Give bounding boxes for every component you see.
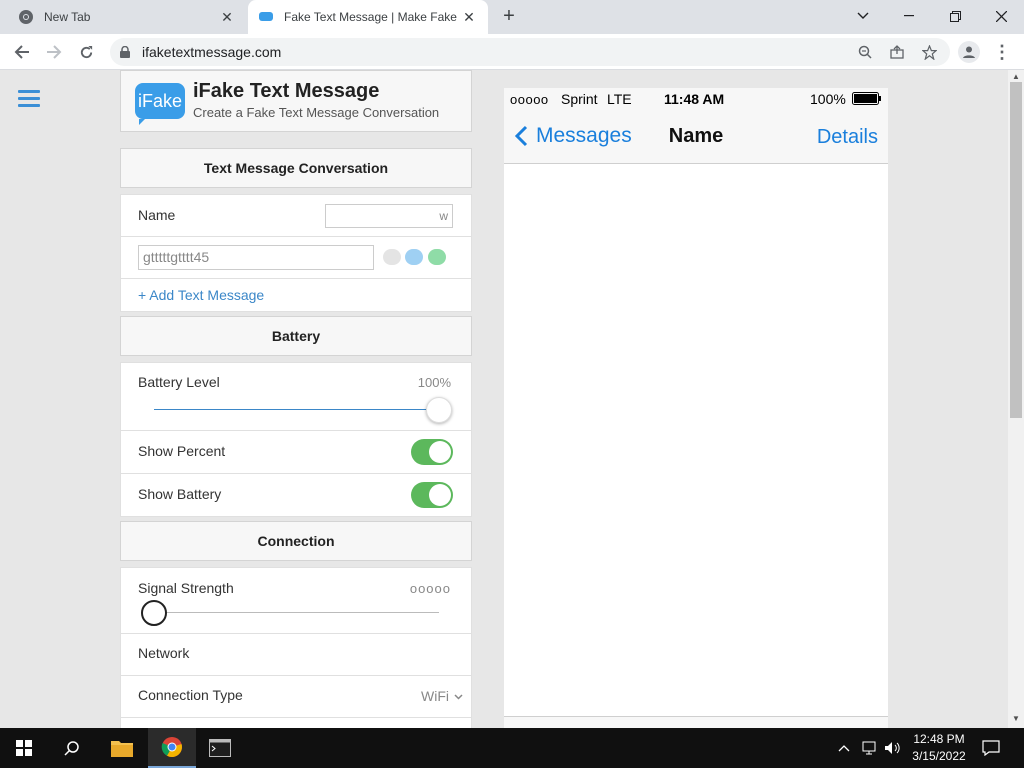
green-bubble-icon[interactable] (428, 249, 446, 265)
carrier-name: Sprint (561, 91, 598, 107)
scroll-up-arrow-icon[interactable]: ▲ (1012, 72, 1020, 81)
scroll-down-arrow-icon[interactable]: ▼ (1012, 714, 1020, 723)
name-field[interactable]: w (325, 204, 453, 228)
page-scrollbar[interactable]: ▲ ▼ (1008, 70, 1024, 728)
name-row: Name w (120, 194, 472, 237)
site-title[interactable]: iFake Text Message (193, 80, 379, 103)
connection-heading: Connection (120, 521, 472, 561)
new-tab-button[interactable]: + (498, 6, 520, 28)
url-text: ifaketextmessage.com (142, 44, 282, 60)
file-explorer-icon[interactable] (98, 728, 146, 768)
clock-date: 3/15/2022 (912, 749, 966, 763)
connection-type-row: Connection Type WiFi (120, 676, 472, 718)
scrollbar-thumb[interactable] (1010, 82, 1022, 418)
signal-strength-slider-handle[interactable] (141, 600, 167, 626)
minimize-button[interactable] (886, 0, 932, 32)
message-text-field[interactable]: gtttttgtttt45 (138, 245, 374, 270)
terminal-icon[interactable] (196, 728, 244, 768)
phone-preview: ooooo Sprint LTE 11:48 AM 100% Messages … (504, 88, 888, 728)
reload-icon[interactable] (72, 38, 100, 66)
signal-strength-row: Signal Strength ooooo (120, 567, 472, 634)
ifake-logo[interactable]: iFake (135, 83, 185, 125)
volume-icon[interactable] (884, 728, 902, 768)
brand-header: iFake iFake Text Message Create a Fake T… (120, 70, 472, 132)
windows-taskbar: 12:48 PM 3/15/2022 (0, 728, 1024, 768)
more-menu-icon[interactable]: ⋮ (993, 40, 1011, 64)
chrome-taskbar-icon[interactable] (148, 728, 196, 768)
bookmark-star-icon[interactable] (920, 43, 938, 61)
phone-time: 11:48 AM (664, 91, 725, 107)
battery-level-track[interactable] (154, 409, 439, 410)
close-window-button[interactable] (978, 0, 1024, 32)
battery-level-label: Battery Level (138, 374, 220, 390)
web-page: iFake iFake Text Message Create a Fake T… (0, 70, 1008, 728)
tab-fake-text-message[interactable]: Fake Text Message | Make Fake Te ✕ (248, 0, 488, 34)
conversation-heading: Text Message Conversation (120, 148, 472, 188)
tab-search-icon[interactable] (840, 0, 886, 32)
close-tab-icon[interactable]: ✕ (460, 8, 478, 26)
profile-avatar-icon[interactable] (958, 41, 980, 63)
battery-heading: Battery (120, 316, 472, 356)
add-message-row: + Add Text Message (120, 279, 472, 312)
show-battery-row: Show Battery (120, 474, 472, 517)
zoom-icon[interactable] (856, 43, 874, 61)
show-percent-row: Show Percent (120, 431, 472, 474)
search-icon[interactable] (48, 728, 96, 768)
site-subtitle: Create a Fake Text Message Conversation (193, 105, 440, 120)
chrome-icon (18, 9, 34, 25)
signal-dots: ooooo (510, 92, 549, 107)
show-battery-toggle[interactable] (411, 482, 453, 508)
tab-new-tab[interactable]: New Tab ✕ (8, 0, 246, 34)
next-row (120, 718, 472, 728)
chevron-down-icon (454, 688, 463, 703)
signal-strength-value: ooooo (409, 581, 451, 596)
details-button[interactable]: Details (817, 126, 878, 149)
battery-percent: 100% (810, 91, 846, 107)
lock-icon (120, 46, 134, 58)
tab-strip: New Tab ✕ Fake Text Message | Make Fake … (0, 0, 1024, 34)
show-battery-label: Show Battery (138, 486, 222, 502)
message-compose-bar (504, 716, 888, 728)
connection-type-label: Connection Type (138, 687, 243, 703)
phone-nav-bar: Messages Name Details (504, 110, 888, 164)
forward-arrow-icon[interactable] (40, 38, 68, 66)
add-text-message-link[interactable]: + Add Text Message (138, 287, 264, 303)
signal-strength-label: Signal Strength (138, 580, 234, 596)
show-percent-label: Show Percent (138, 443, 226, 459)
message-row: gtttttgtttt45 (120, 237, 472, 279)
battery-level-slider-handle[interactable] (426, 397, 452, 423)
hamburger-menu-icon[interactable] (18, 90, 40, 108)
system-clock[interactable]: 12:48 PM 3/15/2022 (906, 731, 972, 765)
battery-icon (852, 92, 882, 108)
battery-level-value: 100% (417, 375, 451, 390)
message-bubble-icon (258, 9, 274, 25)
blue-bubble-icon[interactable] (405, 249, 423, 265)
address-bar[interactable]: ifaketextmessage.com (110, 38, 950, 66)
phone-status-bar: ooooo Sprint LTE 11:48 AM 100% (504, 88, 888, 110)
restore-button[interactable] (932, 0, 978, 32)
back-arrow-icon[interactable] (8, 38, 36, 66)
battery-level-row: Battery Level 100% (120, 362, 472, 431)
clock-time: 12:48 PM (913, 732, 965, 746)
network-label: Network (138, 645, 190, 661)
network-icon[interactable] (862, 728, 880, 768)
windows-start-icon[interactable] (0, 728, 48, 768)
browser-toolbar: ifaketextmessage.com ⋮ (0, 34, 1024, 70)
notifications-icon[interactable] (982, 728, 1000, 768)
tab-title: New Tab (44, 10, 91, 24)
name-label: Name (138, 207, 176, 223)
gray-bubble-icon[interactable] (383, 249, 401, 265)
close-tab-icon[interactable]: ✕ (218, 8, 236, 26)
tab-title: Fake Text Message | Make Fake Te (284, 10, 460, 24)
network-type: LTE (607, 91, 632, 107)
show-percent-toggle[interactable] (411, 439, 453, 465)
signal-strength-track[interactable] (154, 612, 439, 613)
show-hidden-icons[interactable] (838, 728, 850, 768)
share-icon[interactable] (888, 43, 906, 61)
connection-type-select[interactable]: WiFi (421, 688, 449, 704)
network-row: Network (120, 634, 472, 676)
editor-sidebar: iFake iFake Text Message Create a Fake T… (120, 70, 472, 728)
